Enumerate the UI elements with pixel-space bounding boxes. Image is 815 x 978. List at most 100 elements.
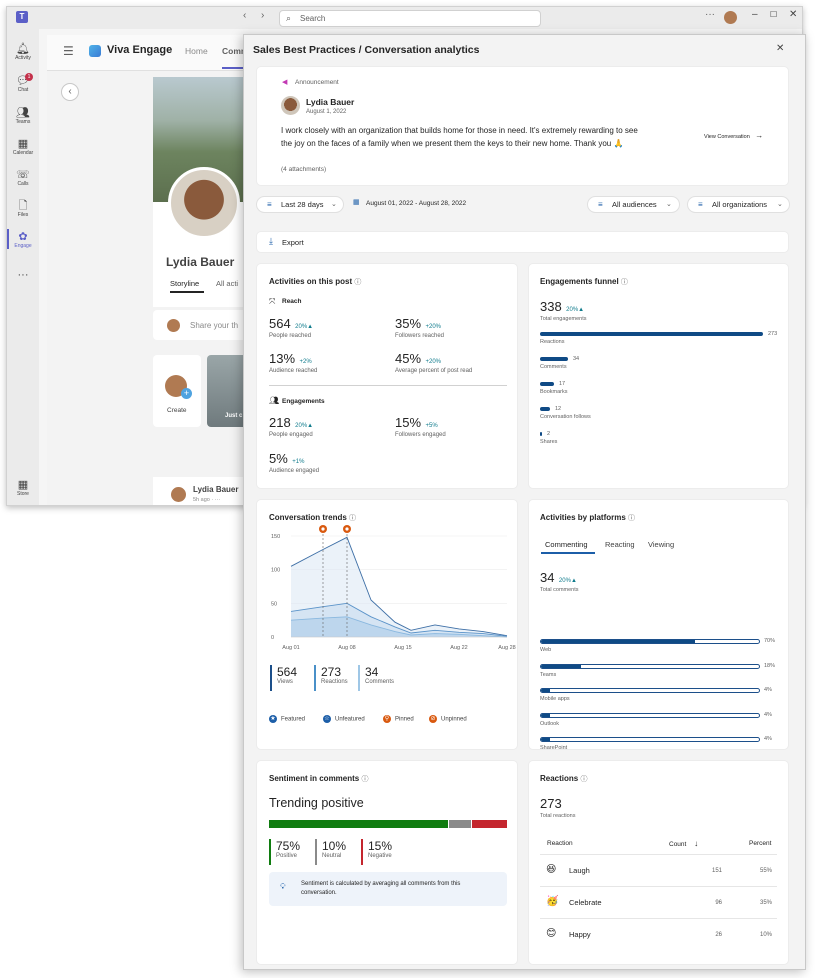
funnel-value: 17 [559, 381, 566, 387]
funnel-label: Bookmarks [540, 389, 568, 395]
reaction-emoji-icon: 😊 [546, 928, 557, 939]
date-range-text: August 01, 2022 - August 28, 2022 [366, 200, 467, 207]
funnel-value: 273 [768, 331, 778, 337]
reaction-count: 151 [711, 868, 722, 874]
platform-bar-fill [541, 664, 581, 668]
rail-store[interactable]: ▦ Store [7, 479, 39, 497]
legend-item: ★ Featured [269, 715, 305, 723]
post-type: Announcement [295, 79, 339, 86]
metric-followers-reached: 35% +20% Followers reached [395, 316, 445, 339]
user-avatar[interactable] [724, 11, 737, 24]
nav-home[interactable]: Home [185, 46, 208, 56]
reaction-name: Celebrate [569, 898, 602, 907]
trends-card: Conversation trends ⓘ 0 50 100 150 Aug 01 Aug… [256, 499, 518, 750]
export-button[interactable]: ⤓ Export [256, 231, 789, 253]
pin-icon: ⚲ [383, 715, 391, 723]
header-percent: Percent [749, 840, 772, 847]
sentiment-bar [269, 820, 507, 828]
reactions-total: 273 [540, 796, 562, 811]
panel-header: Sales Best Practices / Conversation anal… [244, 35, 805, 65]
platform-pct: 70% [764, 638, 776, 644]
organizations-dropdown[interactable]: ≡ All organizations ⌄ [687, 196, 790, 213]
share-composer[interactable]: Share your th [153, 310, 253, 340]
chat-icon: 💬︎ [16, 75, 30, 87]
date-range-dropdown[interactable]: ≡ Last 28 days ⌄ [256, 196, 344, 213]
platform-pct: 18% [764, 662, 776, 669]
more-apps-icon: ··· [17, 269, 29, 281]
unpin-icon: ⊘ [429, 715, 437, 723]
trend-stat-value: 564 [277, 665, 298, 679]
trend-stat-label: Comments [365, 679, 395, 685]
app-rail: 🔔︎ Activity 💬︎ Chat 1 👥︎ Teams ▦ Calendar ☏ C… [7, 29, 39, 505]
table-row[interactable]: 😆 Laugh 151 55% [540, 854, 777, 885]
tab-reacting[interactable]: Reacting [605, 540, 635, 549]
tab-storyline[interactable]: Storyline [170, 279, 199, 288]
rail-chat[interactable]: 💬︎ Chat 1 [7, 73, 39, 93]
table-row[interactable]: 🥳 Celebrate 96 35% [540, 886, 777, 917]
chevron-down-icon: ⌄ [666, 201, 672, 208]
minimize-icon[interactable]: – [752, 9, 758, 20]
platform-pct: 4% [764, 711, 772, 718]
rail-engage[interactable]: ✿ Engage [7, 229, 39, 249]
tab-viewing[interactable]: Viewing [648, 540, 674, 549]
feed-post-preview[interactable]: Lydia Bauer 5h ago · ··· [153, 477, 253, 505]
more-options-icon[interactable]: ··· [705, 9, 715, 20]
legend-item: ⊘ Unpinned [429, 715, 467, 723]
sentiment-note: 💡︎ Sentiment is calculated by averaging … [269, 872, 507, 906]
info-icon[interactable]: ⓘ [361, 776, 368, 783]
sentiment-note-text: Sentiment is calculated by averaging all… [301, 881, 461, 896]
info-icon[interactable]: ⓘ [580, 776, 587, 783]
post-body: I work closely with an organization that… [281, 126, 638, 148]
view-conversation-link[interactable]: View Conversation → [704, 131, 763, 140]
x-tick-label: Aug 01 [282, 645, 299, 651]
search-input[interactable]: ⌕ Search [279, 10, 541, 27]
sentiment-item: 75% Positive [269, 839, 300, 865]
tab-all-activity[interactable]: All acti [216, 279, 238, 288]
back-circle-icon[interactable]: ‹ [61, 83, 79, 101]
close-window-icon[interactable]: ✕ [789, 9, 797, 20]
back-arrow-icon[interactable]: ‹ [243, 10, 246, 21]
post-author: Lydia Bauer [193, 485, 239, 494]
funnel-value: 12 [555, 406, 562, 412]
forward-arrow-icon[interactable]: › [261, 10, 264, 21]
maximize-icon[interactable]: ☐ [770, 10, 777, 19]
sentiment-label: Negative [368, 853, 392, 859]
info-icon[interactable]: ⓘ [349, 515, 356, 522]
platform-pct: 4% [764, 736, 772, 742]
rail-teams[interactable]: 👥︎ Teams [7, 107, 39, 125]
attachments-count[interactable]: (4 attachments) [281, 166, 326, 173]
table-row[interactable]: 😊 Happy 26 10% [540, 918, 777, 949]
trend-stat-value: 273 [321, 665, 342, 679]
legend-item: ☆ Unfeatured [323, 715, 365, 723]
header-count[interactable]: Count ↓ [669, 839, 698, 848]
rail-more[interactable]: ··· [7, 269, 39, 281]
platforms-total: 34 20%▲ Total comments [540, 570, 579, 593]
activities-card: Activities on this post ⓘ ⤧ Reach 564 20… [256, 263, 518, 489]
platform-bar-fill [541, 689, 550, 692]
file-icon: 🗋 [18, 200, 28, 212]
download-icon: ⤓ [269, 236, 273, 246]
chat-badge: 1 [25, 73, 33, 81]
platform-bar [540, 737, 760, 742]
rail-calendar[interactable]: ▦ Calendar [7, 138, 39, 156]
rail-files[interactable]: 🗋 Files [7, 200, 39, 218]
audiences-dropdown[interactable]: ≡ All audiences ⌄ [587, 196, 680, 213]
calendar-small-icon: ▦ [353, 199, 360, 206]
share-placeholder: Share your th [190, 321, 239, 330]
reactions-card: Reactions ⓘ 273 Total reactions Reaction… [528, 760, 789, 965]
tab-commenting[interactable]: Commenting [545, 540, 588, 549]
close-panel-icon[interactable]: ✕ [776, 43, 784, 54]
info-icon[interactable]: ⓘ [621, 279, 628, 286]
rail-activity[interactable]: 🔔︎ Activity [7, 43, 39, 61]
profile-card: Lydia Bauer Storyline All acti [153, 77, 253, 307]
create-story-card[interactable]: + Create [153, 355, 201, 427]
hamburger-icon[interactable]: ☰ [63, 44, 74, 58]
x-tick-label: Aug 28 [498, 645, 515, 651]
rail-calls[interactable]: ☏ Calls [7, 169, 39, 187]
info-icon[interactable]: ⓘ [628, 515, 635, 522]
trend-up-icon: ▲ [570, 578, 577, 584]
funnel-bar [540, 357, 568, 361]
legend-label: Pinned [395, 716, 414, 723]
info-icon[interactable]: ⓘ [354, 279, 361, 286]
teams-logo-icon: T [16, 11, 28, 23]
